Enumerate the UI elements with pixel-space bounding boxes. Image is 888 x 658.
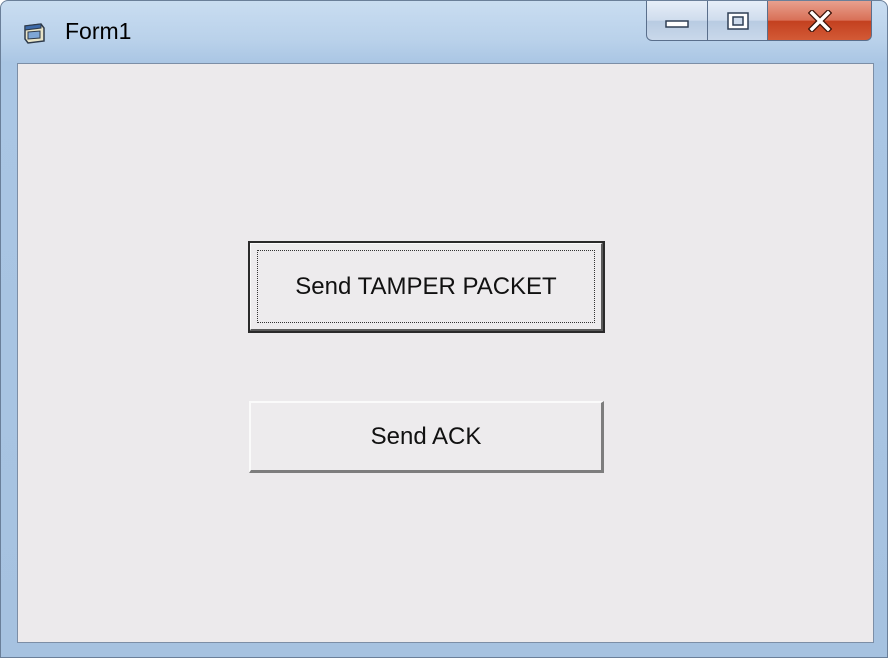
maximize-button[interactable] xyxy=(708,1,768,41)
form-window: Form1 Send TAMPER PACKET Send ACK xyxy=(0,0,888,658)
maximize-icon xyxy=(726,11,749,30)
caption-buttons xyxy=(646,1,874,43)
send-tamper-packet-button[interactable]: Send TAMPER PACKET xyxy=(248,241,605,333)
send-ack-label: Send ACK xyxy=(370,422,482,450)
send-tamper-packet-label: Send TAMPER PACKET xyxy=(295,272,557,300)
form-window-icon[interactable] xyxy=(22,21,48,45)
send-ack-button[interactable]: Send ACK xyxy=(249,401,604,473)
title-bar[interactable]: Form1 xyxy=(1,1,887,63)
close-icon xyxy=(807,9,832,32)
form-client-area: Send TAMPER PACKET Send ACK xyxy=(17,63,874,643)
minimize-button[interactable] xyxy=(646,1,708,41)
minimize-icon xyxy=(665,19,689,28)
close-button[interactable] xyxy=(768,1,872,41)
window-title: Form1 xyxy=(65,18,132,44)
